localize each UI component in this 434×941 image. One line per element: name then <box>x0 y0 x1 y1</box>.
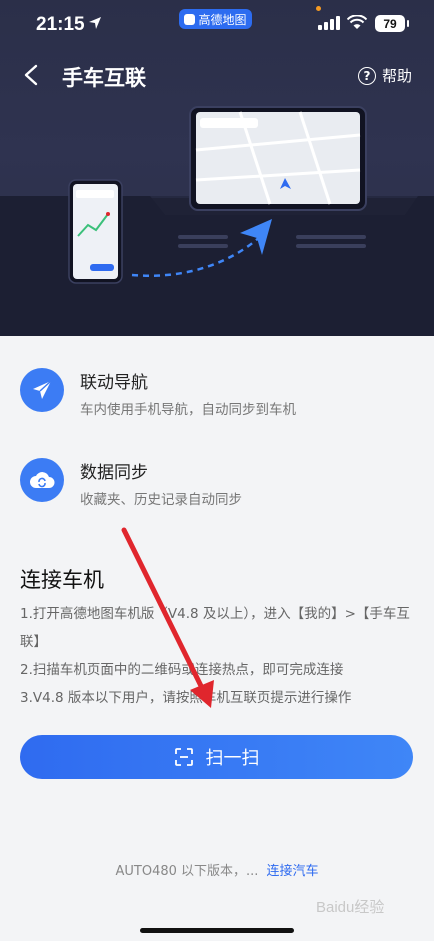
status-time: 21:15 <box>36 14 85 35</box>
location-arrow-icon <box>89 17 101 29</box>
connect-car-link[interactable]: 连接汽车 <box>266 864 318 879</box>
connect-steps: 1.打开高德地图车机版（V4.8 及以上），进入【我的】>【手车互联】 2.扫描… <box>20 600 420 712</box>
paper-plane-icon <box>20 368 64 412</box>
step-3: 3.V4.8 版本以下用户，请按照车机互联页提示进行操作 <box>20 690 352 706</box>
question-icon: ? <box>357 66 376 85</box>
amap-icon <box>184 13 196 25</box>
connect-section-title: 连接车机 <box>20 568 104 592</box>
help-label: 帮助 <box>381 67 412 85</box>
feature-desc: 车内使用手机导航，自动同步到车机 <box>80 402 296 418</box>
step-2: 2.扫描车机页面中的二维码或连接热点，即可完成连接 <box>20 662 344 678</box>
back-chevron-icon[interactable] <box>20 63 42 87</box>
battery-cap <box>407 20 409 27</box>
back-to-app-pill[interactable]: 高德地图 <box>179 9 252 29</box>
status-bar: 21:15 高德地图 79 <box>0 0 434 50</box>
page-title: 手车互联 <box>62 66 146 90</box>
scan-button-label: 扫一扫 <box>205 748 260 768</box>
app-pill-label: 高德地图 <box>198 12 247 27</box>
feature-title: 数据同步 <box>80 463 148 483</box>
baidu-watermark: Baidu经验 <box>316 899 385 916</box>
nav-bar: 手车互联 ? 帮助 <box>0 50 434 100</box>
wifi-icon <box>347 15 367 29</box>
scan-button[interactable]: 扫一扫 <box>20 735 413 779</box>
mic-indicator <box>316 6 321 11</box>
feature-title: 联动导航 <box>80 373 148 393</box>
hero-banner: 21:15 高德地图 79 手车互联 ? 帮助 <box>0 0 434 336</box>
home-indicator <box>140 928 294 933</box>
footer: AUTO480 以下版本，... 连接汽车 <box>0 860 434 879</box>
step-1: 1.打开高德地图车机版（V4.8 及以上），进入【我的】>【手车互联】 <box>20 606 410 650</box>
scan-icon <box>174 748 193 766</box>
feature-desc: 收藏夹、历史记录自动同步 <box>80 492 242 508</box>
help-button[interactable]: ? 帮助 <box>357 65 412 86</box>
battery-indicator: 79 <box>375 15 405 32</box>
footer-text: AUTO480 以下版本，... <box>115 864 259 879</box>
cloud-sync-icon <box>20 458 64 502</box>
cellular-signal-icon <box>318 16 340 30</box>
